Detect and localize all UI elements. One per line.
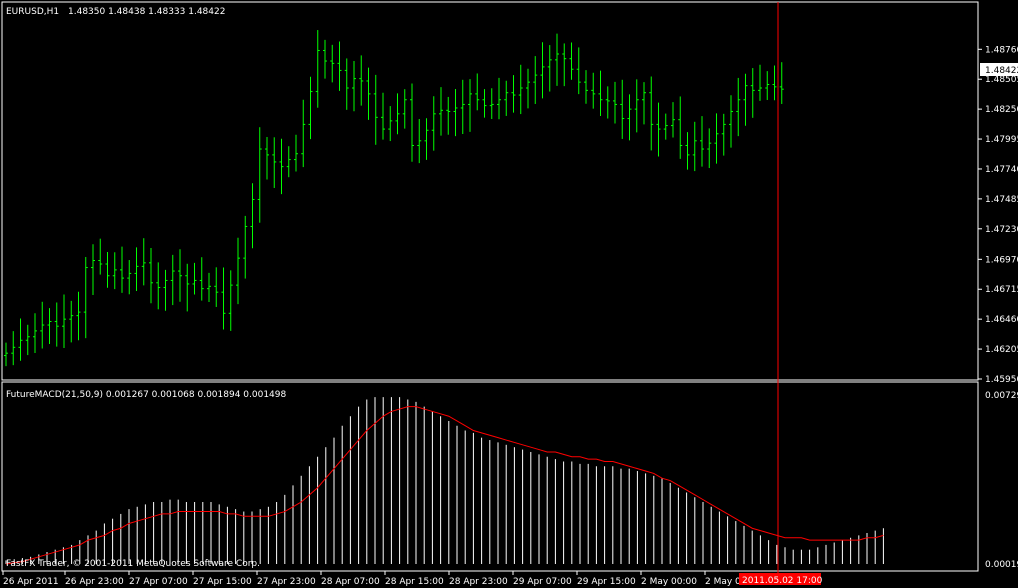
price-tick-label: 1.46205 (985, 345, 1018, 355)
price-chart[interactable]: 1.48760 1.48505 1.48250 1.47995 1.47740 1.474… (0, 0, 1018, 588)
time-tick-label: 27 Apr 23:00 (257, 577, 316, 587)
price-tick-label: 1.45950 (985, 375, 1018, 385)
time-tick-label: 27 Apr 15:00 (193, 577, 252, 587)
price-tick-label: 1.48760 (985, 45, 1018, 55)
price-tick-label: 1.47740 (985, 165, 1018, 175)
price-tick-label: 1.48250 (985, 105, 1018, 115)
time-tick-label: 26 Apr 23:00 (65, 577, 124, 587)
time-tick-label: 28 Apr 07:00 (321, 577, 380, 587)
price-tick-label: 1.47230 (985, 225, 1018, 235)
price-tick-label: 1.46460 (985, 315, 1018, 325)
chart-background (0, 0, 1018, 588)
price-tick-label: 1.47995 (985, 135, 1018, 145)
copyright-footer: FastFX Trader, © 2001-2011 MetaQuotes So… (6, 559, 260, 569)
price-tick-label: 1.46970 (985, 255, 1018, 265)
crosshair-time-label: 2011.05.02 17:00 (742, 576, 823, 586)
price-tick-label: 1.47485 (985, 195, 1018, 205)
time-tick-label: 29 Apr 07:00 (513, 577, 572, 587)
time-tick-label: 27 Apr 07:00 (129, 577, 188, 587)
ohlc-header: 1.48350 1.48438 1.48333 1.48422 (68, 7, 225, 17)
time-tick-label: 28 Apr 23:00 (449, 577, 508, 587)
time-tick-label: 2 May 0 (705, 577, 741, 587)
price-panel-title: EURUSD,H1 (6, 7, 59, 17)
time-tick-label: 26 Apr 2011 (3, 577, 59, 587)
time-tick-label: 2 May 00:00 (641, 577, 697, 587)
time-tick-label: 28 Apr 15:00 (385, 577, 444, 587)
time-tick-label: 29 Apr 15:00 (577, 577, 636, 587)
macd-tick-label: 0.007290 (985, 391, 1018, 401)
macd-panel-title: FutureMACD(21,50,9) 0.001267 0.001068 0.… (6, 390, 287, 400)
current-price-label: 1.48422 (985, 66, 1018, 76)
price-tick-label: 1.48505 (985, 75, 1018, 85)
macd-tick-label: 0.000199 (985, 560, 1018, 570)
price-tick-label: 1.46715 (985, 285, 1018, 295)
